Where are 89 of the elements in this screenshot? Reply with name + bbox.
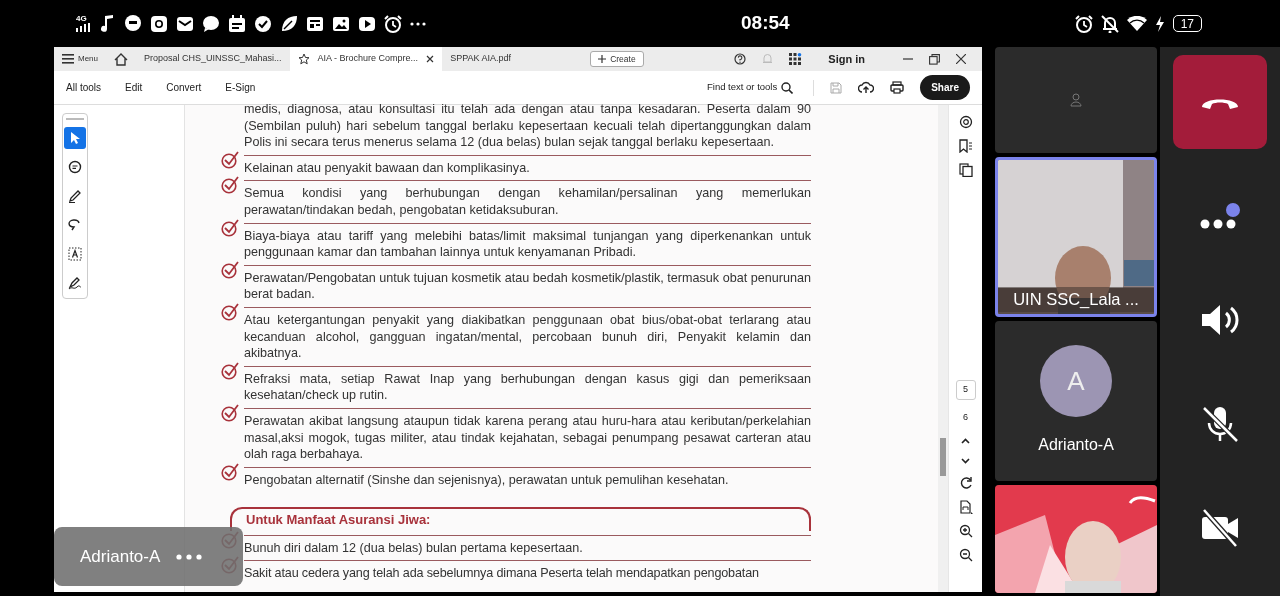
section-heading: Untuk Manfaat Asuransi Jiwa: — [230, 507, 811, 531]
search-icon — [781, 81, 794, 94]
battery-indicator: 17 — [1172, 15, 1202, 32]
create-button[interactable]: Create — [590, 50, 644, 68]
speaker-icon — [1200, 302, 1240, 338]
list-item: Refraksi mata, setiap Rawat Inap yang berhubungan dengan kasus gigi dan pemeriksaan kesehatan/check up rutin. — [244, 365, 811, 404]
more-icon[interactable] — [176, 553, 203, 560]
pages-icon[interactable] — [958, 163, 973, 177]
participant-name: UIN SSC_Lala ... — [998, 287, 1154, 312]
page-number[interactable]: 6 — [957, 410, 974, 426]
help-icon[interactable] — [734, 53, 747, 65]
check-circle-icon — [254, 14, 272, 33]
lasso-icon — [67, 217, 83, 233]
chevron-down-icon[interactable] — [960, 455, 971, 466]
check-icon — [221, 360, 239, 381]
list-item: Sakit atau cedera yang telah ada sebelumnya dimana Peserta telah mendapatkan pengobatan — [244, 560, 811, 583]
zoom-out-icon[interactable] — [958, 547, 973, 562]
check-icon — [221, 461, 239, 482]
restore-icon[interactable] — [929, 53, 940, 65]
bell-off-icon — [1100, 14, 1119, 33]
plus-icon — [598, 55, 607, 63]
zoom-in-icon[interactable] — [958, 523, 973, 538]
toolbar-menu[interactable]: E-Sign — [221, 78, 260, 97]
play-icon — [358, 14, 376, 33]
list-item: Pengobatan alternatif (Sinshe dan sejenisnya), perawatan untuk pemulihan kesehatan. — [244, 466, 811, 489]
list-item: Biaya-biaya atau tariff yang melebihi batas/limit maksimal tunjangan yang diperkenankan untuk penggunaan kamar dan tambahan lainnya untuk kenyamanan Pribadi. — [244, 222, 811, 261]
toolbar-menu[interactable]: Convert — [162, 78, 206, 97]
toolbar-menu[interactable]: All tools — [62, 78, 105, 97]
text-box-icon — [67, 246, 83, 262]
check-icon — [221, 301, 239, 322]
list-item: Atau ketergantungan penyakit yang diakibatkan penggunaan obat bius/obat-obat terlarang atau kecanduan alcohol, gangguan ingatan/mental, percobaan bunuh diri, Penyakit kelamin dan akibatnya. — [244, 306, 811, 362]
tab[interactable]: SPPAK AIA.pdf — [442, 47, 593, 71]
fit-page-icon[interactable] — [958, 499, 973, 514]
rotate-icon[interactable] — [958, 475, 973, 490]
list-item: Bunuh diri dalam 12 (dua belas) bulan pertama kepesertaan. — [244, 534, 811, 557]
pen-icon — [67, 188, 83, 204]
camera-app-icon — [150, 14, 168, 33]
participant-name: Adrianto-A — [1038, 435, 1114, 455]
menu-button[interactable]: Menu — [54, 47, 106, 71]
wifi-icon — [1126, 15, 1147, 32]
list-item: Perawatan akibat langsung ataupun tidak karena perang atau huru-hara atau keributan/perkelahian masal,aksi mogok, tugas militer, atau tindak kejahatan, sebagai penumpang pesawat carteran atau olah raga berbahaya. — [244, 407, 811, 463]
find-button[interactable]: Find text or tools — [702, 78, 798, 97]
tab[interactable]: Proposal CHS_UINSSC_Mahasi... — [136, 47, 290, 71]
more-icon — [1200, 201, 1240, 231]
scrollbar-thumb[interactable] — [940, 438, 946, 476]
signal-icon — [76, 23, 90, 32]
more-icon — [410, 21, 426, 26]
star-icon — [297, 53, 310, 65]
check-icon — [221, 175, 239, 196]
avatar: A — [1040, 345, 1112, 417]
tab-close-icon — [426, 55, 435, 63]
check-icon — [221, 217, 239, 238]
print-icon[interactable] — [890, 81, 905, 94]
check-icon — [221, 149, 239, 170]
network-label: 4G — [76, 15, 87, 23]
camera-off-icon — [1200, 508, 1240, 548]
page-number[interactable]: 5 — [955, 380, 976, 400]
check-icon — [221, 259, 239, 280]
list-item: Kelainan atau penyakit bawaan dan komplikasinya. — [244, 154, 811, 177]
close-icon[interactable] — [956, 54, 966, 64]
list-item: Semua kondisi yang berhubungan dengan kehamilan/persalinan yang memerlukan perawatan/tindakan bedah, pengobatan ketidaksuburan. — [244, 180, 811, 219]
music-note-icon — [98, 14, 116, 33]
clock: 08:54 — [741, 12, 790, 34]
mail-icon — [176, 14, 194, 33]
check-icon — [221, 402, 239, 423]
home-icon — [114, 52, 128, 66]
menu-icon — [62, 54, 74, 64]
chevron-up-icon[interactable] — [960, 435, 971, 446]
bookmark-icon[interactable] — [958, 139, 973, 153]
alarm-icon — [1074, 14, 1093, 33]
tab[interactable]: AIA - Brochure Compre... — [289, 47, 443, 71]
person-icon — [1070, 93, 1082, 107]
news-icon — [306, 14, 324, 33]
gallery-icon — [332, 14, 350, 33]
microphone-off-icon — [1201, 405, 1239, 443]
apps-icon[interactable] — [789, 52, 803, 66]
paragraph: medis, diagnosa, atau konsultasi itu telah ada dengan atau tanpa kesadaran. Peserta dalam 90 (Sembilan puluh) hari sebelum tanggal berlaku kepesertaan kecuali telah dipertanggungkan dalam Polis ini secara terus menerus selama 12 (dua belas) bulan sejak tanggal berlaku kepesertaan. — [244, 101, 811, 151]
calendar-icon — [228, 14, 246, 33]
sign-in-button[interactable]: Sign in — [824, 48, 869, 70]
alarm-icon — [384, 14, 402, 33]
list-item: Perawatan/Pengobatan untuk tujuan kosmetik atau bedah kosmetik/plastik, termasuk obat penurunan berat badan. — [244, 264, 811, 303]
share-button[interactable]: Share — [920, 75, 970, 100]
message-icon — [202, 14, 220, 33]
participant-name: Adrianto-A — [80, 545, 161, 568]
toolbar-menu[interactable]: Edit — [121, 78, 147, 97]
signature-icon — [67, 275, 83, 291]
leaf-icon — [280, 14, 298, 33]
cloud-upload-icon[interactable] — [858, 81, 875, 94]
charging-icon — [1154, 15, 1165, 32]
